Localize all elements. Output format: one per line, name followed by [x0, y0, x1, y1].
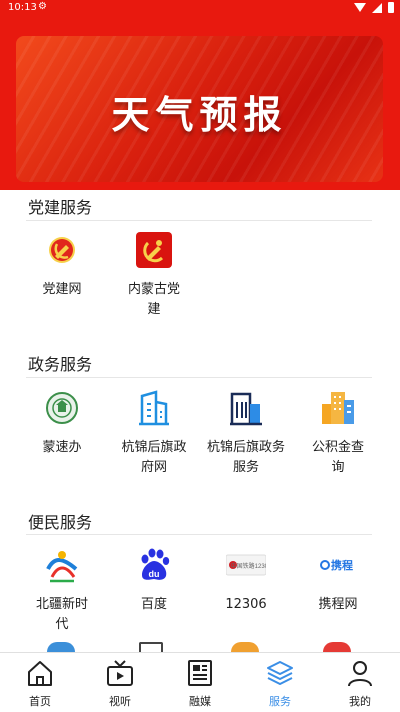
service-label: 公积金查询 [311, 440, 364, 475]
service-label: 百度 [140, 597, 167, 612]
service-item-government-website[interactable]: 杭锦后旗政府网 [108, 390, 200, 478]
service-item-beijiang[interactable]: 北疆新时代 [16, 547, 108, 635]
nav-item-service[interactable]: 服务 [240, 653, 320, 712]
ctrip-logo-icon: 携程 [318, 547, 358, 583]
section-title-convenience: 便民服务 [28, 513, 93, 532]
nav-item-video[interactable]: 视听 [80, 653, 160, 712]
newspaper-icon [186, 659, 214, 687]
service-label: 杭锦后旗政府网 [121, 440, 187, 475]
service-item-inner-mongolia-party[interactable]: 内蒙古党建 [108, 232, 200, 320]
battery-icon [388, 2, 394, 13]
service-label: 内蒙古党建 [127, 282, 180, 317]
user-icon [346, 659, 374, 687]
government-building-icon [228, 390, 264, 426]
nav-item-profile[interactable]: 我的 [320, 653, 400, 712]
nav-label: 首页 [29, 695, 51, 708]
nav-item-media[interactable]: 融媒 [160, 653, 240, 712]
service-label: 北疆新时代 [35, 597, 88, 632]
emblem-icon [44, 390, 80, 426]
party-emblem-icon [44, 232, 80, 268]
nav-label: 服务 [269, 695, 291, 708]
banner-title: 天气预报 [111, 93, 288, 137]
housing-fund-icon [320, 390, 356, 426]
divider [26, 220, 372, 221]
building-icon [136, 390, 172, 426]
section-title-government: 政务服务 [28, 355, 93, 374]
service-item-party-website[interactable]: 党建网 [16, 232, 108, 300]
service-label: 蒙速办 [42, 440, 82, 455]
railway-logo-icon: 中国铁路12306 [225, 547, 272, 583]
weather-banner[interactable]: 天气预报 [16, 36, 383, 182]
wifi-icon [354, 3, 366, 12]
service-item-ctrip[interactable]: 携程 携程网 [292, 547, 384, 615]
railway-logo-text: 中国铁路12306 [231, 562, 266, 570]
section-title-party: 党建服务 [28, 198, 93, 217]
partial-icon[interactable] [231, 642, 259, 652]
partial-icon[interactable] [47, 642, 75, 652]
nav-label: 融媒 [189, 695, 211, 708]
divider [26, 534, 372, 535]
party-flag-icon [136, 232, 172, 268]
service-label: 12306 [225, 597, 267, 612]
service-item-government-services[interactable]: 杭锦后旗政务服务 [200, 390, 292, 478]
nav-label: 我的 [349, 695, 371, 708]
ctrip-logo-text: 携程 [331, 558, 353, 572]
svg-text:du: du [149, 569, 160, 579]
tv-icon [106, 659, 134, 687]
home-icon [26, 659, 54, 687]
service-item-12306[interactable]: 中国铁路12306 12306 [200, 547, 292, 615]
beijiang-logo-icon [44, 547, 80, 583]
signal-icon [372, 2, 382, 13]
service-item-baidu[interactable]: du 百度 [108, 547, 200, 615]
service-item-mengsuban[interactable]: 蒙速办 [16, 390, 108, 458]
layers-icon [266, 659, 294, 687]
nav-label: 视听 [109, 695, 131, 708]
partial-icon[interactable] [139, 642, 163, 652]
status-bar: 10:13 ⚙ [0, 0, 400, 18]
partial-icon[interactable] [323, 642, 351, 652]
service-label: 携程网 [318, 597, 358, 612]
service-item-housing-fund[interactable]: 公积金查询 [292, 390, 384, 478]
status-time: 10:13 [8, 2, 37, 13]
settings-status-icon: ⚙ [38, 1, 47, 12]
service-label: 杭锦后旗政务服务 [206, 440, 285, 475]
bottom-nav: 首页 视听 融媒 服务 我的 [0, 652, 400, 712]
nav-item-home[interactable]: 首页 [0, 653, 80, 712]
baidu-logo-icon: du [136, 547, 172, 583]
service-label: 党建网 [42, 282, 82, 297]
divider [26, 377, 372, 378]
